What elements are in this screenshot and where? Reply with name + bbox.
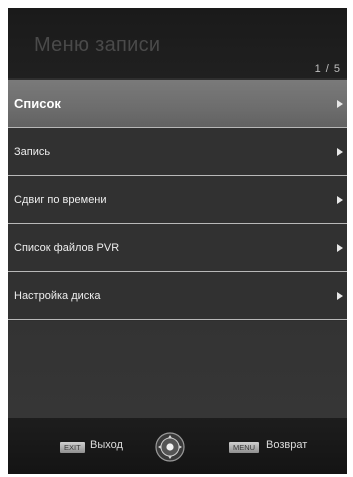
- arrow-right-icon: [337, 291, 343, 300]
- exit-label: Выход: [90, 439, 123, 451]
- recording-menu-window: Меню записи 1 / 5 Список Запись Сдвиг по…: [8, 8, 347, 474]
- back-label: Возврат: [266, 439, 308, 451]
- arrow-right-icon: [337, 195, 343, 204]
- menu-item-record[interactable]: Запись: [8, 128, 347, 176]
- menu-item-label: Настройка диска: [14, 289, 101, 302]
- menu-item-label: Список: [14, 96, 61, 111]
- menu-header: Меню записи 1 / 5: [8, 8, 347, 78]
- menu-empty-area: [8, 321, 347, 418]
- arrow-right-icon: [337, 147, 343, 156]
- exit-key-badge[interactable]: EXIT: [60, 442, 85, 453]
- menu-item-label: Сдвиг по времени: [14, 193, 107, 206]
- page-indicator: 1 / 5: [314, 63, 341, 75]
- menu-list: Список Запись Сдвиг по времени Список фа…: [8, 80, 347, 320]
- menu-title: Меню записи: [34, 34, 161, 56]
- arrow-right-icon: [337, 99, 343, 108]
- arrow-right-icon: [337, 243, 343, 252]
- menu-item-label: Список файлов PVR: [14, 241, 120, 254]
- menu-item-disk-setup[interactable]: Настройка диска: [8, 272, 347, 320]
- menu-item-label: Запись: [14, 145, 51, 158]
- dpad-icon: [155, 432, 185, 462]
- menu-item-pvr-file-list[interactable]: Список файлов PVR: [8, 224, 347, 272]
- menu-key-badge[interactable]: MENU: [229, 442, 260, 453]
- menu-item-list[interactable]: Список: [8, 80, 347, 128]
- footer-bar: EXIT Выход MENU Возврат: [8, 418, 347, 474]
- menu-item-timeshift[interactable]: Сдвиг по времени: [8, 176, 347, 224]
